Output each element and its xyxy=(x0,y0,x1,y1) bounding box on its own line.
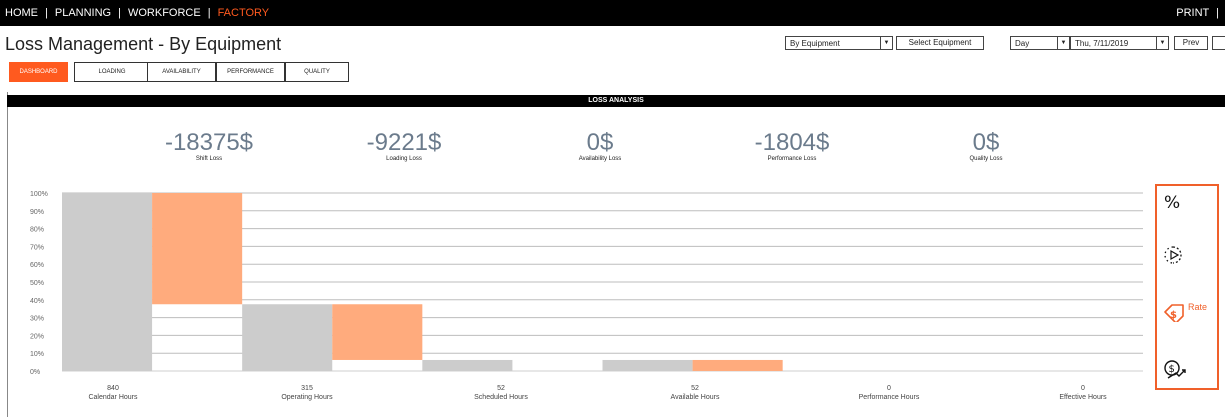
x-axis-value: 52 xyxy=(691,385,699,392)
x-axis-value: 840 xyxy=(107,385,119,392)
x-axis-label: 840 Calendar Hours xyxy=(53,384,173,402)
dollar-tag-icon: $ xyxy=(1164,304,1184,322)
y-tick-label: 60% xyxy=(30,262,44,269)
x-axis-label: 315 Operating Hours xyxy=(247,384,367,402)
dollar-trend-icon: $ xyxy=(1164,360,1186,379)
y-tick-label: 0% xyxy=(30,369,40,376)
svg-text:$: $ xyxy=(1170,310,1177,321)
x-axis-category: Effective Hours xyxy=(1059,394,1107,401)
x-axis-category: Operating Hours xyxy=(281,394,333,401)
loss-bar-operating-hours xyxy=(332,304,423,360)
x-axis-value: 0 xyxy=(887,385,891,392)
x-axis-value: 0 xyxy=(1081,385,1085,392)
bar-scheduled-hours xyxy=(422,359,513,371)
x-axis-category: Performance Hours xyxy=(858,394,920,401)
x-axis-label: 0 Performance Hours xyxy=(829,384,949,402)
y-tick-label: 30% xyxy=(30,316,44,323)
y-tick-label: 70% xyxy=(30,244,44,251)
timer-icon xyxy=(1164,246,1182,264)
chart-y-axis: 0% 10% 20% 30% 40% 50% 60% 70% 80% 90% 100% xyxy=(30,191,48,376)
y-tick-label: 50% xyxy=(30,280,44,287)
x-axis-label: 52 Scheduled Hours xyxy=(441,384,561,402)
x-axis-category: Calendar Hours xyxy=(88,394,138,401)
x-axis-value: 315 xyxy=(301,385,313,392)
y-tick-label: 100% xyxy=(30,191,48,198)
chart-mode-panel: % $ Rate $ xyxy=(1155,184,1219,390)
loss-bar-calendar-hours xyxy=(152,193,243,305)
svg-text:%: % xyxy=(1164,193,1180,212)
percent-icon: % xyxy=(1164,193,1180,212)
bar-calendar-hours xyxy=(62,193,153,371)
y-tick-label: 10% xyxy=(30,351,44,358)
loss-bar-available-hours xyxy=(692,359,783,371)
x-axis-label: 0 Effective Hours xyxy=(1023,384,1143,402)
x-axis-category: Available Hours xyxy=(670,394,720,401)
bar-available-hours xyxy=(602,359,693,371)
y-tick-label: 80% xyxy=(30,227,44,234)
y-tick-label: 20% xyxy=(30,333,44,340)
x-axis-label: 52 Available Hours xyxy=(635,384,755,402)
y-tick-label: 90% xyxy=(30,209,44,216)
bar-operating-hours xyxy=(242,304,333,371)
svg-text:$: $ xyxy=(1169,364,1175,375)
x-axis-category: Scheduled Hours xyxy=(474,394,528,401)
loss-waterfall-chart: 0% 10% 20% 30% 40% 50% 60% 70% 80% 90% 100% xyxy=(30,191,1143,376)
x-axis-value: 52 xyxy=(497,385,505,392)
y-tick-label: 40% xyxy=(30,298,44,305)
rate-label: Rate xyxy=(1188,302,1208,312)
